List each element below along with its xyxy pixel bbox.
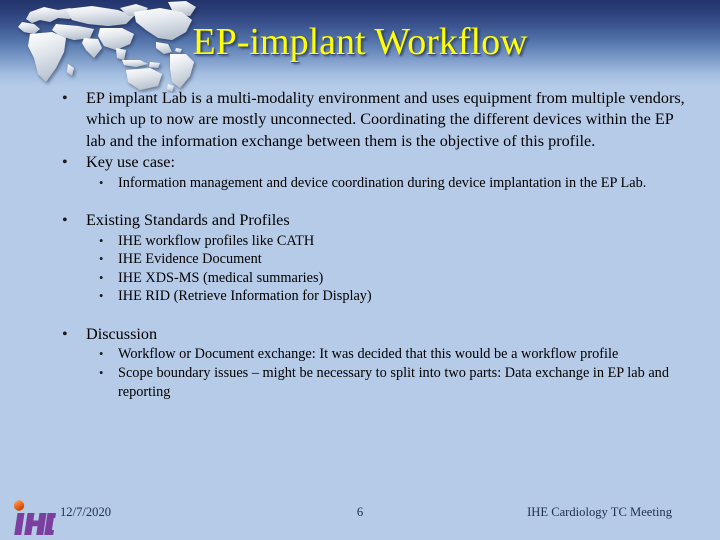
- bullet-marker: •: [62, 153, 68, 172]
- list-item: • IHE RID (Retrieve Information for Disp…: [85, 287, 720, 306]
- bullet-marker: •: [99, 289, 104, 304]
- list-item: • Scope boundary issues – might be neces…: [85, 364, 720, 401]
- list-item-text: Scope boundary issues – might be necessa…: [118, 365, 669, 400]
- page-title: EP-implant Workflow: [192, 21, 528, 63]
- sublist-container: • Information management and device coor…: [85, 174, 720, 193]
- list-item-text: Key use case:: [86, 153, 175, 172]
- bullet-list-level2: • IHE workflow profiles like CATH • IHE …: [85, 232, 720, 306]
- list-item-text: IHE RID (Retrieve Information for Displa…: [118, 288, 372, 305]
- bullet-marker: •: [62, 325, 68, 343]
- list-item: • IHE workflow profiles like CATH: [85, 232, 720, 251]
- slide-body: • EP implant Lab is a multi-modality env…: [0, 88, 720, 492]
- list-item-text: Discussion: [86, 325, 158, 343]
- bullet-marker: •: [62, 211, 68, 230]
- bullet-marker: •: [99, 366, 104, 380]
- list-item-text: Existing Standards and Profiles: [86, 211, 290, 230]
- bullet-marker: •: [99, 233, 104, 248]
- slide: EP-implant Workflow • EP implant Lab is …: [0, 0, 720, 540]
- list-item-text: EP implant Lab is a multi-modality envir…: [86, 89, 685, 150]
- list-item: • IHE Evidence Document: [85, 250, 720, 269]
- list-item-text: IHE workflow profiles like CATH: [118, 232, 315, 249]
- bullet-marker: •: [99, 252, 104, 267]
- bullet-list-level2: • Workflow or Document exchange: It was …: [85, 345, 720, 401]
- list-item: • Existing Standards and Profiles: [0, 210, 720, 231]
- bullet-marker: •: [62, 89, 68, 107]
- list-item: • Key use case:: [0, 152, 720, 173]
- list-item: • EP implant Lab is a multi-modality env…: [0, 88, 720, 152]
- bullet-list-level2: • Information management and device coor…: [85, 174, 720, 193]
- list-item: • IHE XDS-MS (medical summaries): [85, 269, 720, 288]
- list-item: • Discussion: [0, 324, 720, 345]
- list-item-text: Workflow or Document exchange: It was de…: [118, 346, 619, 363]
- bullet-marker: •: [99, 270, 104, 285]
- bullet-list-level1: • EP implant Lab is a multi-modality env…: [0, 88, 720, 401]
- list-item-text: IHE Evidence Document: [118, 251, 262, 268]
- sublist-container: • Workflow or Document exchange: It was …: [85, 345, 720, 401]
- footer-meeting-label: IHE Cardiology TC Meeting: [527, 505, 672, 519]
- list-item: • Workflow or Document exchange: It was …: [85, 345, 720, 364]
- list-item: • Information management and device coor…: [85, 174, 720, 193]
- sublist-container: • IHE workflow profiles like CATH • IHE …: [85, 232, 720, 306]
- slide-footer: 12/7/2020 6 IHE Cardiology TC Meeting: [0, 494, 720, 540]
- bullet-marker: •: [99, 175, 104, 190]
- list-item-text: Information management and device coordi…: [118, 174, 647, 191]
- bullet-marker: •: [99, 347, 104, 362]
- list-item-text: IHE XDS-MS (medical summaries): [118, 269, 324, 286]
